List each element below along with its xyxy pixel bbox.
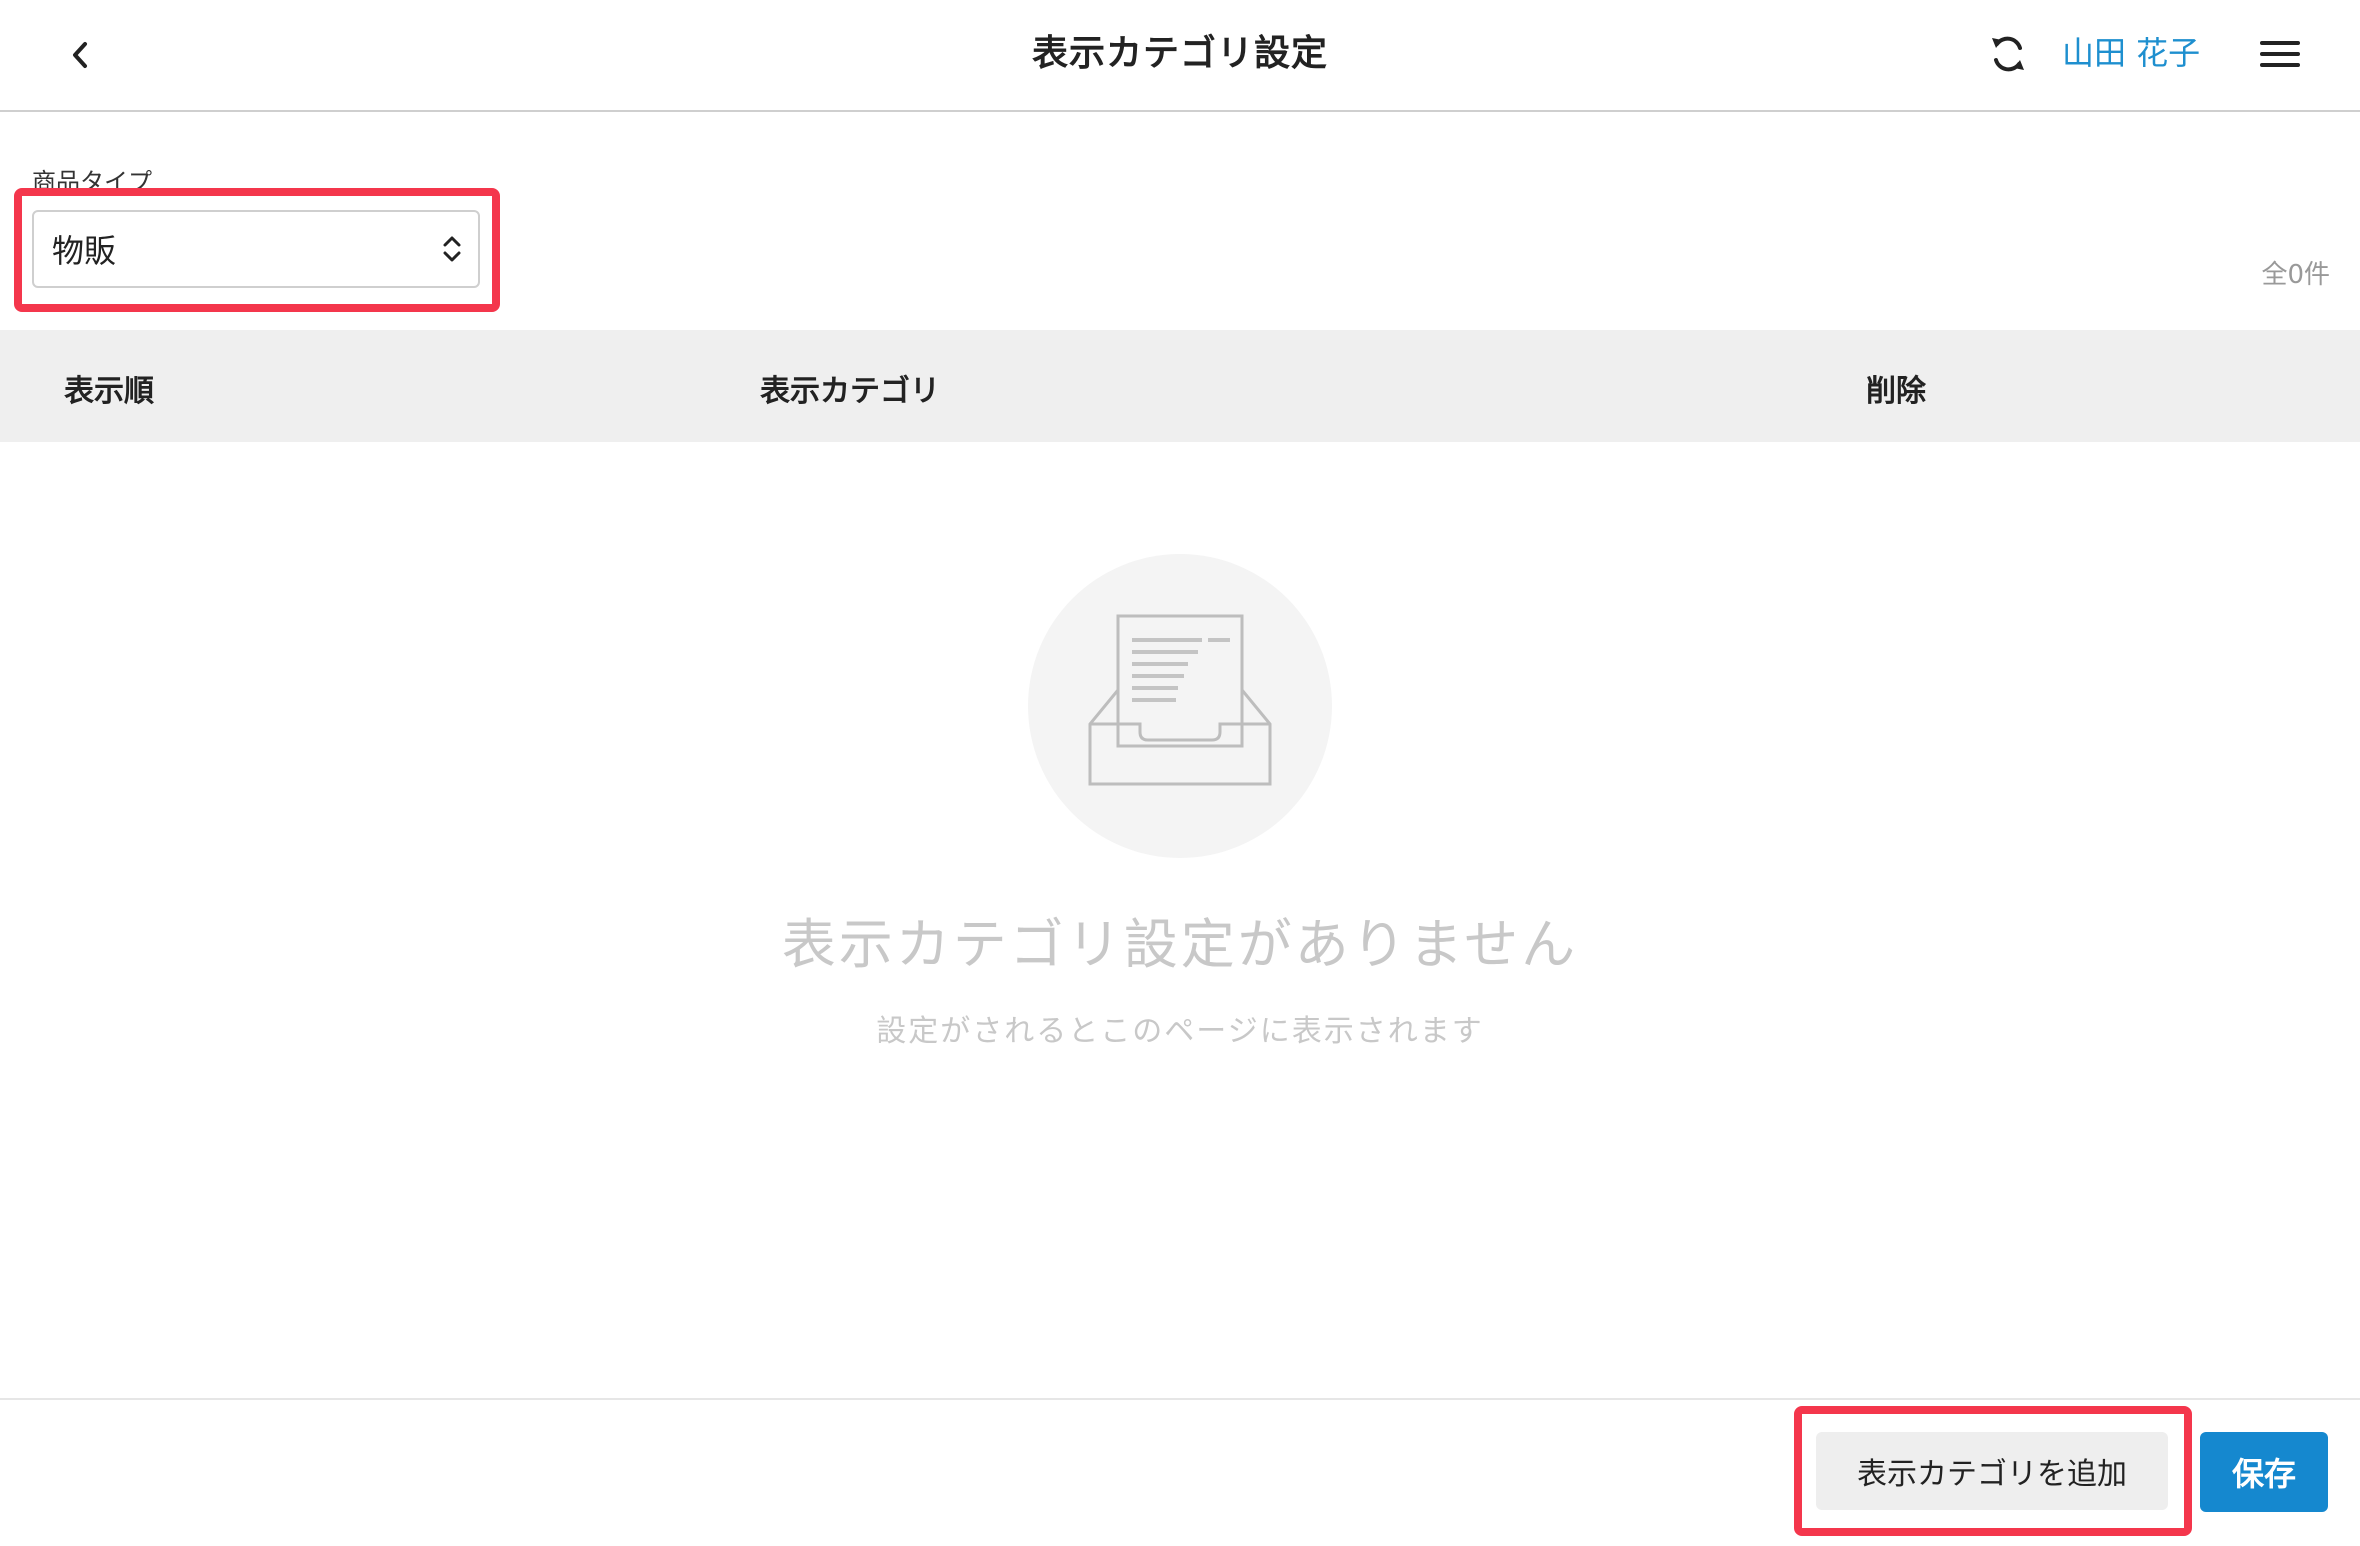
select-arrows-icon <box>443 236 461 262</box>
column-header-delete: 削除 <box>1866 374 1926 409</box>
product-type-select[interactable]: 物販 <box>32 210 480 288</box>
sync-icon <box>1992 36 2024 72</box>
column-header-order: 表示順 <box>64 374 154 409</box>
empty-state-illustration <box>1028 554 1332 858</box>
product-type-selected-value: 物販 <box>52 232 117 270</box>
sync-button[interactable] <box>1984 30 2032 78</box>
user-name-link[interactable]: 山田 花子 <box>2062 28 2200 74</box>
column-header-category: 表示カテゴリ <box>760 374 940 409</box>
add-category-button[interactable]: 表示カテゴリを追加 <box>1816 1432 2168 1510</box>
table-header: 表示順 表示カテゴリ 削除 <box>0 330 2360 442</box>
save-button[interactable]: 保存 <box>2200 1432 2328 1512</box>
total-count: 全0件 <box>2261 260 2330 290</box>
hamburger-menu-button[interactable] <box>2258 34 2302 74</box>
empty-state-title: 表示カテゴリ設定がありません <box>781 913 1579 976</box>
empty-inbox-icon <box>1088 614 1272 786</box>
empty-state-subtitle: 設定がされるとこのページに表示されます <box>876 1014 1484 1049</box>
hamburger-menu-icon <box>2260 41 2300 45</box>
app-header: 表示カテゴリ設定 山田 花子 <box>0 0 2360 112</box>
